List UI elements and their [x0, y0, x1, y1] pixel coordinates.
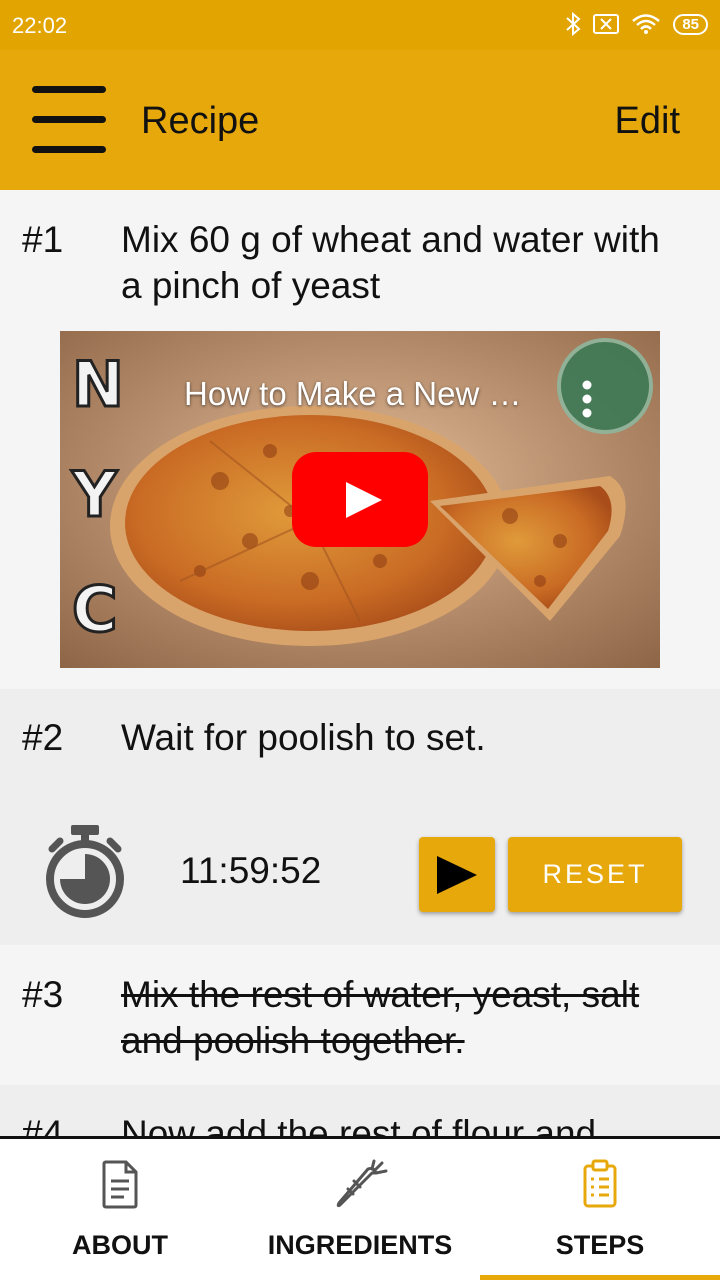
edit-button[interactable]: Edit: [615, 100, 680, 143]
steps-list[interactable]: #1 Mix 60 g of wheat and water with a pi…: [0, 190, 720, 1138]
page-title: Recipe: [141, 100, 260, 142]
svg-text:Y: Y: [71, 458, 118, 531]
step-text: Wait for poolish to set.: [121, 717, 486, 758]
step-number: #2: [22, 717, 64, 758]
step-number: #4: [22, 1113, 64, 1138]
nav-label: INGREDIENTS: [267, 1230, 453, 1260]
svg-text:N: N: [72, 348, 124, 421]
nav-tab-ingredients[interactable]: INGREDIENTS: [240, 1139, 480, 1280]
svg-text:C: C: [72, 573, 118, 646]
active-tab-indicator: [480, 1275, 720, 1280]
carrot-icon: [336, 1159, 388, 1208]
step-item[interactable]: #4 Now add the rest of flour and: [0, 1085, 720, 1138]
sim-blocked-icon: [593, 14, 620, 34]
step-number: #3: [22, 974, 64, 1015]
bluetooth-icon: [566, 12, 581, 36]
timer-value: 11:59:52: [180, 850, 322, 891]
timer-reset-button[interactable]: RESET: [508, 837, 682, 912]
battery-indicator: 85: [673, 13, 708, 35]
status-icons: 85: [565, 12, 708, 36]
video-player[interactable]: N Y C How to Make a New …: [60, 331, 660, 668]
youtube-play-icon[interactable]: [292, 452, 428, 547]
step-item[interactable]: #3 Mix the rest of water, yeast, salt an…: [0, 945, 720, 1085]
status-time: 22:02: [12, 13, 68, 38]
nav-tab-about[interactable]: ABOUT: [0, 1139, 240, 1280]
document-icon: [102, 1160, 138, 1209]
nav-tab-steps[interactable]: STEPS: [480, 1139, 720, 1280]
app-bar: Recipe Edit: [0, 50, 720, 190]
timer-play-button[interactable]: [419, 837, 495, 912]
step-text: Now add the rest of flour and: [121, 1113, 597, 1138]
menu-button[interactable]: [30, 86, 108, 154]
more-vert-icon[interactable]: [581, 379, 593, 419]
step-text: Mix the rest of water, yeast, salt and p…: [121, 974, 640, 1061]
nav-label: ABOUT: [72, 1230, 168, 1260]
video-title: How to Make a New …: [184, 375, 522, 412]
stopwatch-icon: [46, 825, 124, 918]
step-text: Mix 60 g of wheat and water with a pinch…: [121, 219, 660, 306]
step-item[interactable]: #2 Wait for poolish to set. 11:59:52 RES…: [0, 689, 720, 945]
step-number: #1: [22, 219, 64, 260]
nav-label: STEPS: [555, 1230, 645, 1260]
status-bar: 22:02 85: [0, 0, 720, 50]
wifi-icon: [632, 14, 661, 34]
step-item[interactable]: #1 Mix 60 g of wheat and water with a pi…: [0, 190, 720, 689]
clipboard-list-icon: [583, 1159, 617, 1208]
bottom-navigation: ABOUT INGREDIENTS STEPS: [0, 1136, 720, 1280]
